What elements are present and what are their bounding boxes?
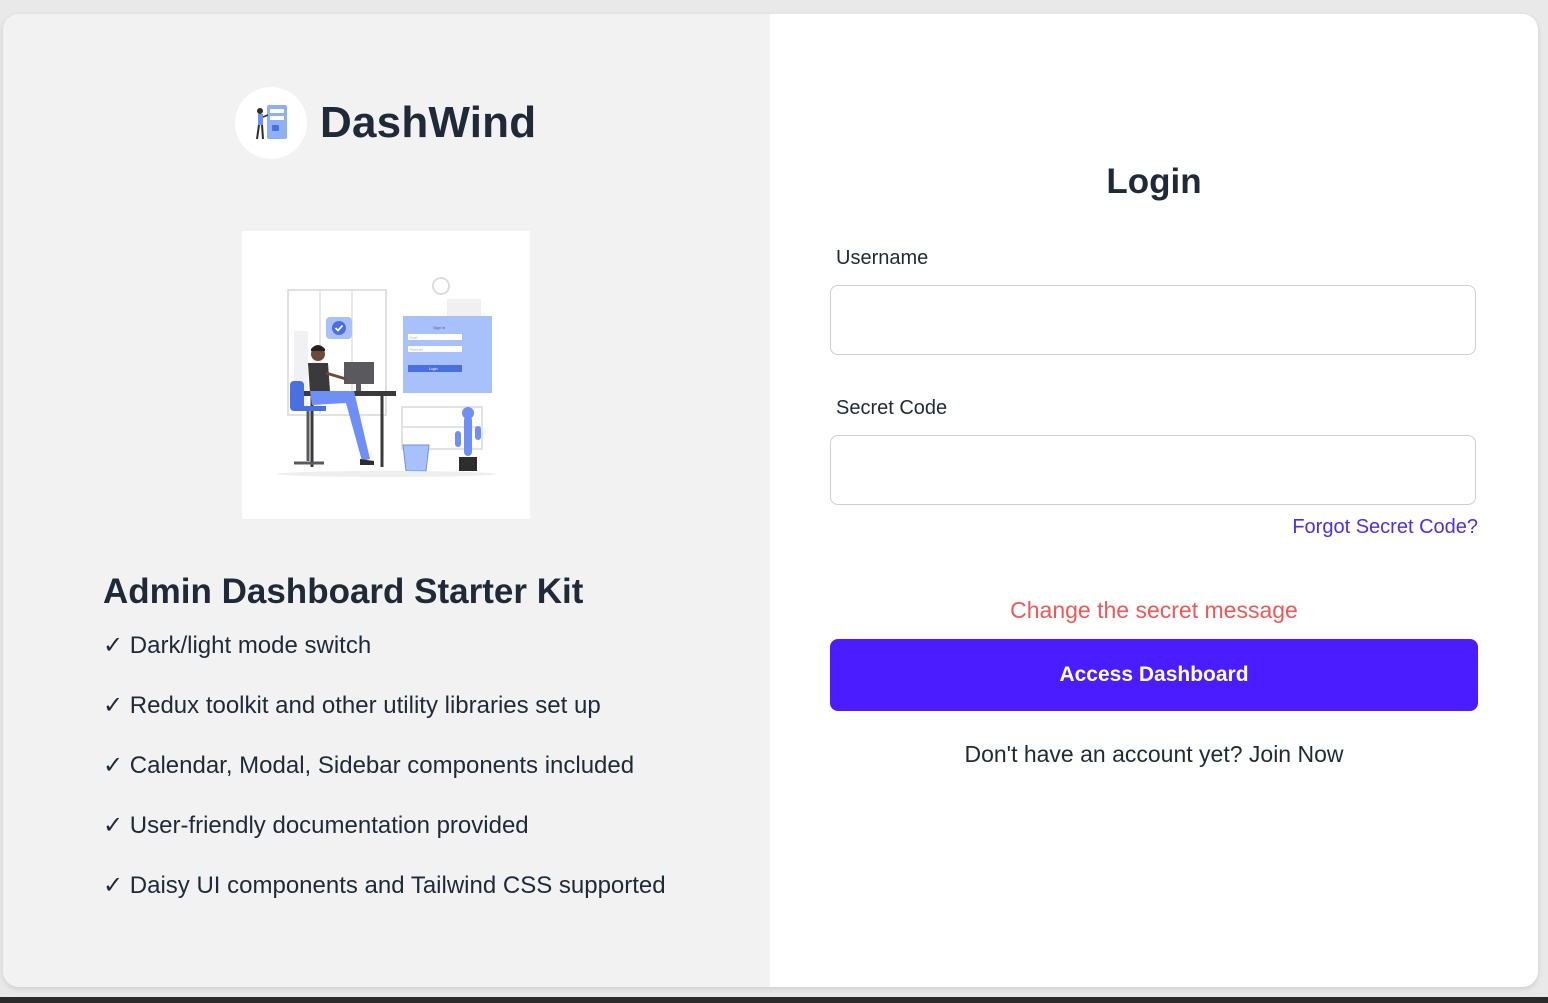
- login-panel: Login Username Secret Code Forgot Secret…: [770, 14, 1538, 987]
- access-dashboard-button[interactable]: Access Dashboard: [830, 639, 1478, 711]
- intro-panel: DashWind Sign in Email Password Login Ad…: [3, 14, 770, 987]
- feature-item: ✓ Redux toolkit and other utility librar…: [103, 692, 601, 719]
- feature-item: ✓ Dark/light mode switch: [103, 632, 372, 659]
- feature-item: ✓ Daisy UI components and Tailwind CSS s…: [103, 872, 666, 899]
- secret-code-label: Secret Code: [836, 397, 948, 419]
- brand-name: DashWind: [320, 98, 537, 147]
- feature-list: ✓ Dark/light mode switch ✓ Redux toolkit…: [103, 628, 666, 928]
- login-title: Login: [1106, 162, 1202, 201]
- desk-illustration-icon: Sign in Email Password Login: [276, 277, 496, 477]
- kit-title: Admin Dashboard Starter Kit: [103, 572, 584, 611]
- illustration-login-text: Login: [429, 367, 438, 371]
- username-label: Username: [836, 247, 929, 269]
- signup-prompt: Don't have an account yet? Join Now: [770, 741, 1538, 768]
- illustration-sign-in-text: Sign in: [433, 325, 445, 330]
- feature-item: ✓ Calendar, Modal, Sidebar components in…: [103, 752, 635, 779]
- brand-logo: [235, 87, 307, 159]
- signup-prompt-text: Don't have an account yet?: [964, 741, 1243, 767]
- illustration-password-text: Password: [410, 348, 424, 352]
- illustration-email-text: Email: [410, 336, 418, 340]
- secret-code-input[interactable]: [830, 435, 1476, 505]
- feature-item: ✓ User-friendly documentation provided: [103, 812, 529, 839]
- brand: DashWind: [235, 87, 536, 159]
- secret-message: Change the secret message: [1010, 597, 1298, 623]
- hero-illustration: Sign in Email Password Login: [242, 231, 530, 519]
- logo-illustration-icon: [256, 105, 287, 140]
- forgot-secret-code-link[interactable]: Forgot Secret Code?: [1292, 516, 1478, 539]
- join-now-link[interactable]: Join Now: [1249, 741, 1344, 767]
- auth-card: DashWind Sign in Email Password Login Ad…: [3, 14, 1538, 987]
- username-input[interactable]: [830, 285, 1476, 355]
